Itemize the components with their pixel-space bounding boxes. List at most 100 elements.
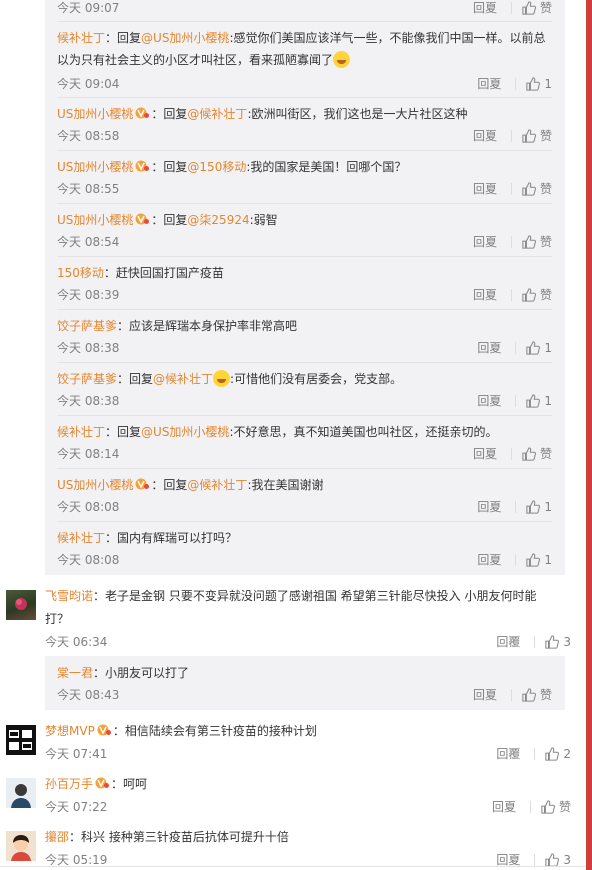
like-icon[interactable] bbox=[526, 340, 541, 355]
reply-button[interactable]: 回覆 bbox=[496, 745, 520, 762]
like-icon[interactable] bbox=[526, 499, 541, 514]
comment-actions: 回夏 赞 bbox=[492, 798, 571, 815]
like-icon[interactable] bbox=[526, 76, 541, 91]
like-icon[interactable] bbox=[545, 634, 560, 649]
reply-author[interactable]: US加州小樱桃 bbox=[57, 213, 133, 227]
reply-prefix: ：回复 bbox=[151, 107, 188, 121]
reply-actions: 回夏 赞 bbox=[473, 0, 552, 16]
reply-text: US加州小樱桃 ：回复@候补壮丁:我在美国谢谢 bbox=[57, 474, 552, 496]
reply-time: 今天 08:58 bbox=[57, 129, 120, 143]
comment-author[interactable]: 梦想MVP bbox=[45, 724, 95, 738]
vip-badge-icon bbox=[97, 724, 111, 736]
reply-button[interactable]: 回夏 bbox=[473, 686, 497, 703]
reply-author[interactable]: 饺子萨基爹 bbox=[57, 372, 117, 386]
reply-item: 候补壮丁：国内有辉瑞可以打吗？ 今天 08:08 回夏 1 bbox=[57, 527, 552, 567]
mention-link[interactable]: @US加州小樱桃 bbox=[141, 425, 229, 439]
reply-button[interactable]: 回夏 bbox=[477, 339, 501, 356]
reply-button[interactable]: 回夏 bbox=[473, 0, 497, 16]
reply-button[interactable]: 回夏 bbox=[477, 75, 501, 92]
like-label: 赞 bbox=[539, 688, 552, 702]
avatar[interactable] bbox=[6, 590, 36, 620]
reply-time: 今天 08:38 bbox=[57, 341, 120, 355]
divider bbox=[0, 866, 586, 867]
reply-text: 饺子萨基爹：应该是辉瑞本身保护率非常高吧 bbox=[57, 315, 552, 337]
reply-button[interactable]: 回夏 bbox=[473, 445, 497, 462]
reply-time: 今天 08:43 bbox=[57, 688, 120, 702]
mention-link[interactable]: @柒25924 bbox=[187, 213, 249, 227]
reply-actions: 回夏 1 bbox=[477, 75, 552, 92]
mention-link[interactable]: @150移动 bbox=[187, 160, 246, 174]
avatar[interactable] bbox=[6, 831, 36, 861]
reply-prefix: ：回复 bbox=[151, 160, 188, 174]
reply-button[interactable]: 回夏 bbox=[473, 286, 497, 303]
reply-text: 候补壮丁：回复@US加州小樱桃:感觉你们美国应该洋气一些，不能像我们中国一样。以… bbox=[57, 27, 552, 71]
like-count: 1 bbox=[544, 552, 552, 567]
reply-prefix: ：回复 bbox=[105, 425, 142, 439]
reply-item: 候补壮丁：回复@US加州小樱桃:不好意思，真不知道美国也叫社区，还挺亲切的。 今… bbox=[57, 421, 552, 461]
comment-time: 今天 06:34 bbox=[45, 635, 108, 649]
like-label: 赞 bbox=[539, 447, 552, 461]
avatar[interactable] bbox=[6, 778, 36, 808]
like-icon[interactable] bbox=[522, 128, 536, 143]
reply-time: 今天 08:08 bbox=[57, 553, 120, 567]
reply-text: 候补壮丁：国内有辉瑞可以打吗？ bbox=[57, 527, 552, 549]
reply-author[interactable]: 棠一君 bbox=[57, 666, 93, 680]
like-icon[interactable] bbox=[522, 287, 536, 302]
like-label: 赞 bbox=[539, 288, 552, 302]
like-icon[interactable] bbox=[522, 687, 536, 702]
comment-author[interactable]: 攥邵 bbox=[45, 830, 69, 844]
reply-time: 今天 09:07 bbox=[57, 1, 120, 15]
reply-button[interactable]: 回夏 bbox=[477, 551, 501, 568]
reply-author[interactable]: 候补壮丁 bbox=[57, 531, 105, 545]
like-count: 2 bbox=[563, 746, 571, 761]
comment-time: 今天 07:22 bbox=[45, 800, 108, 814]
reply-button[interactable]: 回夏 bbox=[477, 498, 501, 515]
like-icon[interactable] bbox=[526, 393, 541, 408]
reply-author[interactable]: US加州小樱桃 bbox=[57, 160, 133, 174]
like-icon[interactable] bbox=[545, 852, 560, 867]
comment-author[interactable]: 孙百万手 bbox=[45, 777, 93, 791]
mention-link[interactable]: @候补壮丁 bbox=[187, 107, 247, 121]
reply-button[interactable]: 回夏 bbox=[473, 233, 497, 250]
reply-actions: 回夏 赞 bbox=[473, 180, 552, 197]
comment-actions: 回覆 3 bbox=[496, 633, 571, 650]
like-icon[interactable] bbox=[522, 446, 536, 461]
like-icon[interactable] bbox=[522, 181, 536, 196]
like-icon[interactable] bbox=[545, 746, 560, 761]
reply-prefix: ：回复 bbox=[117, 372, 154, 386]
mention-link[interactable]: @US加州小樱桃 bbox=[141, 31, 229, 45]
reply-author[interactable]: 候补壮丁 bbox=[57, 425, 105, 439]
reply-actions: 回夏 赞 bbox=[473, 286, 552, 303]
comment-author[interactable]: 飞雪昀诺 bbox=[45, 589, 93, 603]
reply-author[interactable]: US加州小樱桃 bbox=[57, 478, 133, 492]
avatar[interactable] bbox=[6, 725, 36, 755]
reply-button[interactable]: 回夏 bbox=[492, 798, 516, 815]
reply-content: :我的国家是美国！回哪个国？ bbox=[246, 160, 407, 174]
reply-author[interactable]: US加州小樱桃 bbox=[57, 107, 133, 121]
vip-badge-icon bbox=[95, 777, 110, 789]
like-icon[interactable] bbox=[522, 234, 536, 249]
reply-author[interactable]: 饺子萨基爹 bbox=[57, 319, 117, 333]
flower-avatar-image bbox=[15, 598, 27, 610]
like-count: 1 bbox=[544, 393, 552, 408]
reply-author[interactable]: 候补壮丁 bbox=[57, 31, 105, 45]
mention-link[interactable]: @候补壮丁 bbox=[187, 478, 247, 492]
reply-button[interactable]: 回夏 bbox=[473, 180, 497, 197]
like-icon[interactable] bbox=[522, 0, 536, 15]
reply-author[interactable]: 150移动 bbox=[57, 266, 104, 280]
reply-actions: 回夏 1 bbox=[477, 551, 552, 568]
reply-button[interactable]: 回夏 bbox=[473, 127, 497, 144]
like-icon[interactable] bbox=[526, 552, 541, 567]
comment-content: ：老子是金钢 只要不变异就没问题了感谢祖国 希望第三针能尽快投入 小朋友何时能打… bbox=[45, 589, 537, 626]
reply-prefix: ：回复 bbox=[151, 478, 188, 492]
reply-button[interactable]: 回夏 bbox=[477, 392, 501, 409]
like-count: 1 bbox=[544, 499, 552, 514]
emoji-icon bbox=[333, 51, 351, 68]
like-icon[interactable] bbox=[541, 799, 555, 814]
mention-link[interactable]: @候补壮丁 bbox=[153, 372, 213, 386]
reply-content: ：赶快回国打国产疫苗 bbox=[103, 266, 224, 280]
reply-button[interactable]: 回覆 bbox=[496, 633, 520, 650]
reply-item: US加州小樱桃 ：回复@候补壮丁:我在美国谢谢 今天 08:08 回夏 1 bbox=[57, 474, 552, 514]
reply-time: 今天 08:14 bbox=[57, 447, 120, 461]
comment-time: 今天 07:41 bbox=[45, 747, 108, 761]
